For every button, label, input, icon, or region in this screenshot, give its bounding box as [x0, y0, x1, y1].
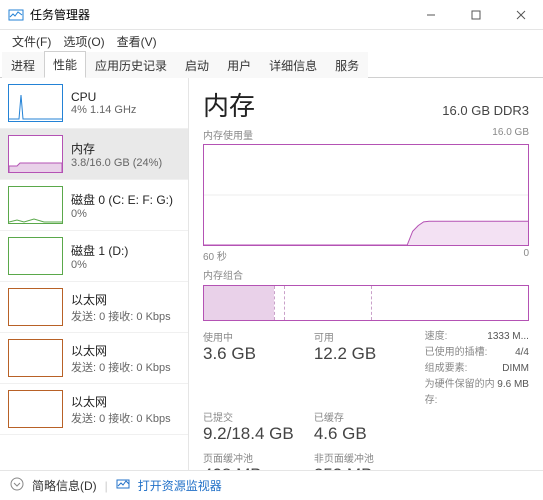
stat-label: 已提交 — [203, 409, 314, 424]
tab-services[interactable]: 服务 — [326, 52, 368, 78]
sidebar-item-label: 以太网 — [71, 291, 180, 308]
menu-options[interactable]: 选项(O) — [57, 31, 110, 52]
kv-key: 速度: — [425, 329, 488, 345]
monitor-icon — [116, 477, 130, 494]
sidebar-item-cpu[interactable]: CPU4% 1.14 GHz — [0, 78, 188, 129]
sidebar-item-sub: 4% 1.14 GHz — [71, 104, 180, 116]
title-bar: 任务管理器 — [0, 0, 543, 30]
sidebar-item-ethernet0[interactable]: 以太网发送: 0 接收: 0 Kbps — [0, 282, 188, 333]
memory-spec: 16.0 GB DDR3 — [442, 103, 529, 118]
chevron-down-icon[interactable] — [10, 477, 24, 494]
close-button[interactable] — [498, 0, 543, 30]
tab-performance[interactable]: 性能 — [44, 51, 86, 78]
stat-in-use: 3.6 GB — [203, 344, 314, 364]
sidebar-item-sub: 发送: 0 接收: 0 Kbps — [71, 308, 180, 324]
memory-usage-chart[interactable] — [203, 144, 529, 246]
disk-thumb-icon — [8, 237, 63, 275]
kv-slots: 4/4 — [515, 345, 529, 361]
sidebar-item-sub: 3.8/16.0 GB (24%) — [71, 157, 180, 169]
sidebar-item-sub: 0% — [71, 259, 180, 271]
kv-key: 组成要素: — [425, 361, 503, 377]
sidebar: CPU4% 1.14 GHz 内存3.8/16.0 GB (24%) 磁盘 0 … — [0, 78, 189, 470]
sidebar-item-label: 磁盘 0 (C: E: F: G:) — [71, 191, 180, 208]
sidebar-item-sub: 发送: 0 接收: 0 Kbps — [71, 410, 180, 426]
sidebar-item-label: 以太网 — [71, 342, 180, 359]
composition-label: 内存组合 — [203, 267, 243, 282]
open-resource-monitor-link[interactable]: 打开资源监视器 — [138, 477, 222, 494]
ethernet-thumb-icon — [8, 288, 63, 326]
sidebar-item-ethernet2[interactable]: 以太网发送: 0 接收: 0 Kbps — [0, 384, 188, 435]
main-panel: 内存 16.0 GB DDR3 内存使用量 16.0 GB 60 秒 0 内存组… — [189, 78, 543, 470]
kv-key: 为硬件保留的内存: — [425, 377, 498, 409]
stat-nonpaged: 253 MB — [314, 465, 425, 470]
stat-label: 页面缓冲池 — [203, 450, 314, 465]
stat-label: 可用 — [314, 329, 425, 344]
menu-file[interactable]: 文件(F) — [6, 31, 57, 52]
tab-processes[interactable]: 进程 — [2, 52, 44, 78]
stat-label: 已缓存 — [314, 409, 425, 424]
disk-thumb-icon — [8, 186, 63, 224]
minimize-button[interactable] — [408, 0, 453, 30]
kv-reserved: 9.6 MB — [497, 377, 529, 409]
x-axis-left: 60 秒 — [203, 248, 227, 263]
sidebar-item-label: 内存 — [71, 140, 180, 157]
menu-bar: 文件(F) 选项(O) 查看(V) — [0, 30, 543, 52]
sidebar-item-label: 磁盘 1 (D:) — [71, 242, 180, 259]
kv-key: 已使用的插槽: — [425, 345, 515, 361]
cpu-thumb-icon — [8, 84, 63, 122]
ethernet-thumb-icon — [8, 390, 63, 428]
sidebar-item-disk0[interactable]: 磁盘 0 (C: E: F: G:)0% — [0, 180, 188, 231]
app-icon — [8, 7, 24, 23]
window-controls — [408, 0, 543, 30]
stat-label: 非页面缓冲池 — [314, 450, 425, 465]
memory-thumb-icon — [8, 135, 63, 173]
footer: 简略信息(D) | 打开资源监视器 — [0, 470, 543, 500]
tab-app-history[interactable]: 应用历史记录 — [86, 52, 176, 78]
tab-strip: 进程 性能 应用历史记录 启动 用户 详细信息 服务 — [0, 52, 543, 78]
kv-speed: 1333 M... — [487, 329, 529, 345]
chart-title: 内存使用量 — [203, 127, 253, 142]
stat-paged: 408 MB — [203, 465, 314, 470]
tab-startup[interactable]: 启动 — [176, 52, 218, 78]
stat-label: 使用中 — [203, 329, 314, 344]
window-title: 任务管理器 — [30, 6, 408, 23]
sidebar-item-label: CPU — [71, 90, 180, 104]
page-title: 内存 — [203, 86, 255, 123]
sidebar-item-sub: 0% — [71, 208, 180, 220]
ethernet-thumb-icon — [8, 339, 63, 377]
tab-users[interactable]: 用户 — [218, 52, 260, 78]
stat-cached: 4.6 GB — [314, 424, 425, 444]
fewer-details-link[interactable]: 简略信息(D) — [32, 477, 97, 494]
memory-composition-chart[interactable] — [203, 285, 529, 321]
stat-committed: 9.2/18.4 GB — [203, 424, 314, 444]
x-axis-right: 0 — [523, 248, 529, 263]
separator: | — [105, 479, 108, 493]
maximize-button[interactable] — [453, 0, 498, 30]
menu-view[interactable]: 查看(V) — [111, 31, 163, 52]
sidebar-item-label: 以太网 — [71, 393, 180, 410]
sidebar-item-memory[interactable]: 内存3.8/16.0 GB (24%) — [0, 129, 188, 180]
sidebar-item-ethernet1[interactable]: 以太网发送: 0 接收: 0 Kbps — [0, 333, 188, 384]
chart-ymax: 16.0 GB — [492, 127, 529, 142]
sidebar-item-disk1[interactable]: 磁盘 1 (D:)0% — [0, 231, 188, 282]
sidebar-item-sub: 发送: 0 接收: 0 Kbps — [71, 359, 180, 375]
kv-form: DIMM — [502, 361, 529, 377]
stat-available: 12.2 GB — [314, 344, 425, 364]
tab-details[interactable]: 详细信息 — [260, 52, 326, 78]
